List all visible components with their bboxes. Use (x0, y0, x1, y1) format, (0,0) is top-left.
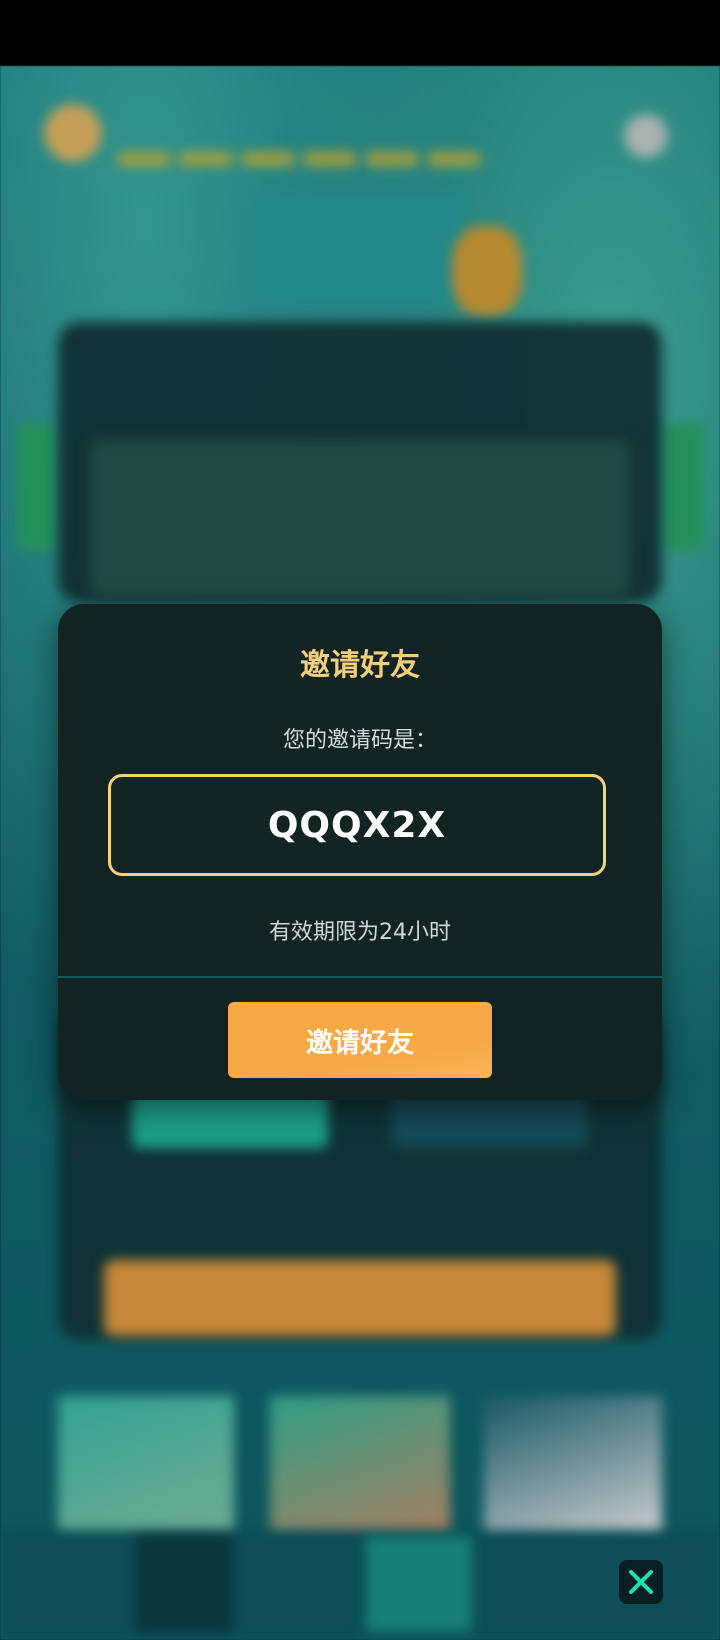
close-button[interactable] (619, 1560, 663, 1604)
invite-code-prompt: 您的邀请码是： (282, 728, 437, 753)
invite-friends-button[interactable]: 邀请好友 (228, 1002, 492, 1078)
dialog-title: 邀请好友 (300, 648, 420, 683)
invite-dialog: 邀请好友 您的邀请码是： QQQX2X 有效期限为24小时 邀请好友 (58, 604, 662, 1100)
invite-code-value[interactable]: QQQX2X (268, 805, 446, 846)
status-bar (0, 0, 720, 66)
invite-friends-button-label: 邀请好友 (306, 1027, 414, 1059)
invite-code-box[interactable]: QQQX2X (108, 774, 606, 876)
close-x-icon (629, 1570, 653, 1594)
validity-text: 有效期限为24小时 (269, 920, 451, 945)
dialog-divider (58, 976, 662, 978)
